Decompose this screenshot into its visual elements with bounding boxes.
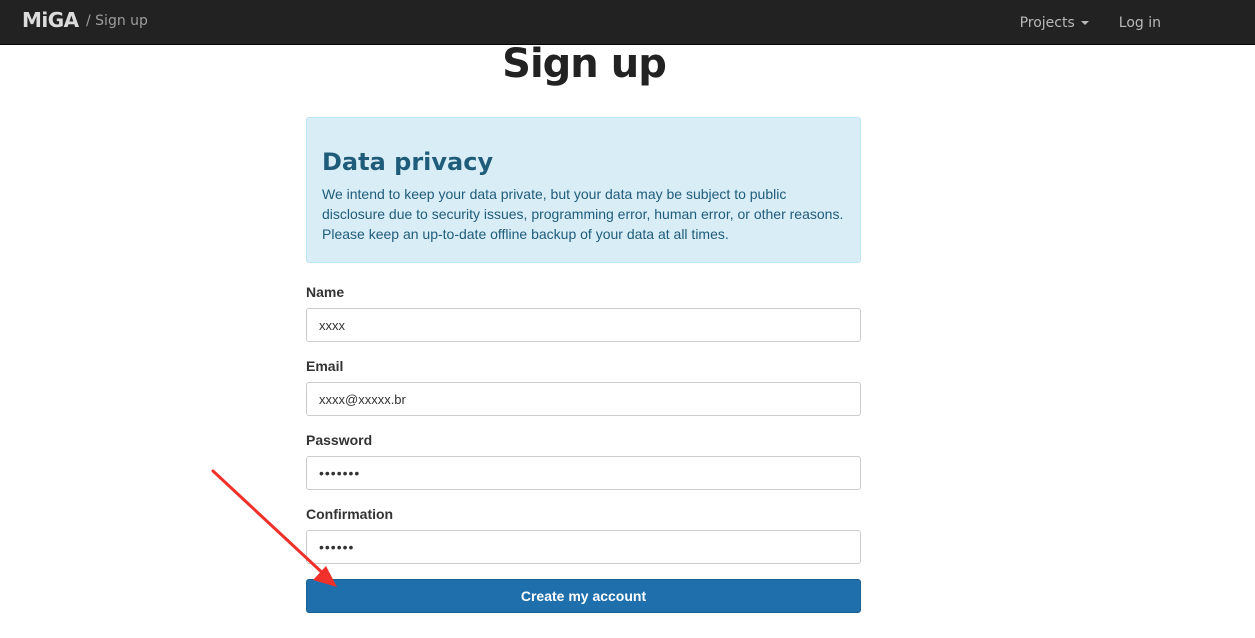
- email-field[interactable]: xxxx@xxxxx.br: [306, 382, 861, 416]
- brand-logo[interactable]: MiGA: [22, 8, 79, 32]
- page-title: Sign up: [502, 41, 667, 87]
- email-label: Email: [306, 358, 344, 374]
- login-link[interactable]: Log in: [1119, 15, 1161, 31]
- caret-down-icon: [1080, 20, 1089, 25]
- top-navbar: MiGA / Sign up Projects Log in: [0, 0, 1255, 45]
- nav-right: Projects Log in: [1020, 0, 1161, 45]
- create-account-button[interactable]: Create my account: [306, 579, 861, 613]
- confirmation-label: Confirmation: [306, 506, 394, 522]
- password-label: Password: [306, 432, 373, 448]
- projects-label: Projects: [1019, 14, 1075, 31]
- breadcrumb: / Sign up: [86, 13, 148, 29]
- projects-dropdown[interactable]: Projects: [1020, 15, 1089, 31]
- confirmation-field[interactable]: ••••••: [306, 530, 861, 564]
- alert-heading: Data privacy: [322, 148, 494, 176]
- alert-text: We intend to keep your data private, but…: [322, 186, 844, 242]
- data-privacy-alert: Data privacy We intend to keep your data…: [306, 117, 861, 263]
- name-label: Name: [306, 284, 345, 300]
- name-field[interactable]: xxxx: [306, 308, 861, 342]
- password-field[interactable]: •••••••: [306, 456, 861, 490]
